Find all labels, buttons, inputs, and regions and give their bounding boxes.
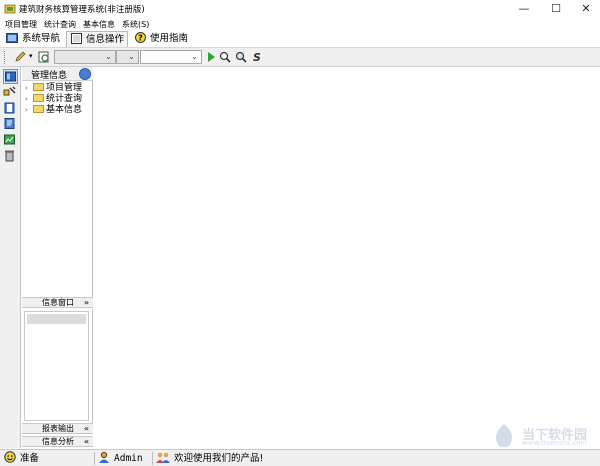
left-nav-management-icon[interactable] [3, 69, 18, 84]
chevron-right-icon[interactable]: › [25, 105, 33, 116]
smiley-icon [4, 451, 16, 463]
left-nav-book-icon[interactable] [3, 101, 18, 116]
main-workspace[interactable] [94, 67, 600, 448]
watermark-url: www.downxia.com [522, 439, 588, 447]
document-icon [71, 33, 82, 44]
users-group-icon [156, 452, 170, 463]
status-bar: 准备 Admin 欢迎使用我们的产品! [0, 449, 600, 466]
maximize-button[interactable]: ☐ [541, 0, 571, 18]
info-window-header[interactable]: 信息窗口 » [22, 297, 93, 308]
toolbar-grip[interactable] [4, 51, 7, 64]
tab-label: 系统导航 [22, 33, 61, 44]
status-welcome-text: 欢迎使用我们的产品! [174, 453, 264, 464]
tab-system-navigation[interactable]: 系统导航 [2, 31, 62, 47]
management-tree-panel: 管理信息 › 项目管理 › 统计查询 › 基本信息 [22, 67, 93, 297]
tree-item-label: 统计查询 [46, 94, 83, 104]
app-icon [4, 4, 16, 14]
edit-pencil-icon[interactable] [14, 51, 26, 63]
tree-item-label: 基本信息 [46, 105, 83, 115]
menu-statistics-query[interactable]: 统计查询 [44, 19, 76, 30]
left-nav-tools-icon[interactable] [3, 85, 18, 100]
tree-item-basic-info[interactable]: › 基本信息 [25, 105, 82, 116]
section-title: 报表输出 [42, 424, 74, 433]
panel-title: 管理信息 [31, 71, 68, 81]
advanced-search-icon[interactable] [235, 51, 247, 63]
chevron-down-icon: ⌄ [105, 52, 112, 61]
folder-icon [33, 105, 44, 113]
preview-icon[interactable] [38, 51, 50, 63]
tab-label: 使用指南 [150, 33, 189, 44]
svg-text:?: ? [138, 33, 143, 42]
tab-info-operation[interactable]: 信息操作 [66, 31, 128, 47]
status-ready-text: 准备 [20, 453, 40, 464]
tree-item-label: 项目管理 [46, 83, 83, 93]
svg-text:S: S [253, 51, 261, 63]
left-nav-chart-icon[interactable] [3, 133, 18, 148]
collapse-panel-icon[interactable] [79, 68, 91, 80]
menu-basic-info[interactable]: 基本信息 [83, 19, 115, 30]
info-window-panel [22, 309, 93, 423]
minimize-button[interactable]: — [509, 0, 539, 18]
filter-combo-3[interactable]: ⌄ [140, 50, 202, 64]
search-user-icon[interactable] [219, 51, 231, 63]
status-user-text: Admin [114, 453, 143, 464]
dropdown-arrow-icon[interactable]: ▾ [29, 52, 33, 60]
status-user: Admin [98, 451, 143, 466]
menu-system[interactable]: 系统(S) [122, 19, 149, 30]
tab-user-guide[interactable]: ? 使用指南 [131, 31, 191, 47]
help-icon: ? [135, 32, 146, 43]
left-icon-bar [0, 67, 21, 448]
expand-up-icon[interactable]: « [84, 424, 89, 434]
info-list-header [27, 314, 86, 324]
filter-combo-1[interactable]: ⌄ [54, 50, 116, 64]
folder-icon [33, 83, 44, 91]
chevron-down-icon: ⌄ [191, 52, 198, 61]
status-separator [152, 452, 153, 465]
report-output-header[interactable]: 报表输出 « [22, 423, 93, 434]
sum-icon[interactable]: S [251, 51, 263, 63]
tree-item-statistics-query[interactable]: › 统计查询 [25, 94, 82, 105]
close-button[interactable]: ✕ [571, 0, 600, 18]
run-icon[interactable] [205, 51, 217, 63]
user-avatar-icon [99, 451, 109, 463]
section-title: 信息分析 [42, 437, 74, 446]
title-bar: 建筑财务核算管理系统(非注册版) — ☐ ✕ [0, 0, 600, 18]
status-separator [94, 452, 95, 465]
expand-up-icon[interactable]: « [84, 437, 89, 447]
navigation-icon [6, 32, 18, 43]
status-welcome: 欢迎使用我们的产品! [156, 451, 263, 466]
tree-item-project-management[interactable]: › 项目管理 [25, 83, 82, 94]
watermark-logo-icon [496, 424, 512, 448]
section-title: 信息窗口 [42, 298, 74, 307]
menu-bar: 项目管理 统计查询 基本信息 系统(S) [0, 18, 600, 30]
toolbar: ▾ ⌄ ⌄ ⌄ S [0, 48, 600, 67]
watermark: 当下软件园 www.downxia.com [486, 422, 596, 450]
folder-icon [33, 94, 44, 102]
chevron-right-icon[interactable]: › [25, 83, 33, 94]
menu-project-management[interactable]: 项目管理 [5, 19, 37, 30]
tab-bar: 系统导航 信息操作 ? 使用指南 [0, 30, 600, 48]
filter-combo-2[interactable]: ⌄ [116, 50, 139, 64]
panel-header: 管理信息 [22, 67, 93, 81]
status-ready: 准备 [4, 451, 39, 466]
info-analysis-header[interactable]: 信息分析 « [22, 436, 93, 447]
left-nav-trash-icon[interactable] [3, 149, 18, 164]
tab-label: 信息操作 [86, 34, 125, 45]
collapse-down-icon[interactable]: » [84, 298, 89, 308]
chevron-down-icon: ⌄ [128, 52, 135, 61]
chevron-right-icon[interactable]: › [25, 94, 33, 105]
left-nav-report-icon[interactable] [3, 117, 18, 132]
window-title: 建筑财务核算管理系统(非注册版) [19, 5, 145, 15]
info-window-list[interactable] [24, 311, 89, 421]
